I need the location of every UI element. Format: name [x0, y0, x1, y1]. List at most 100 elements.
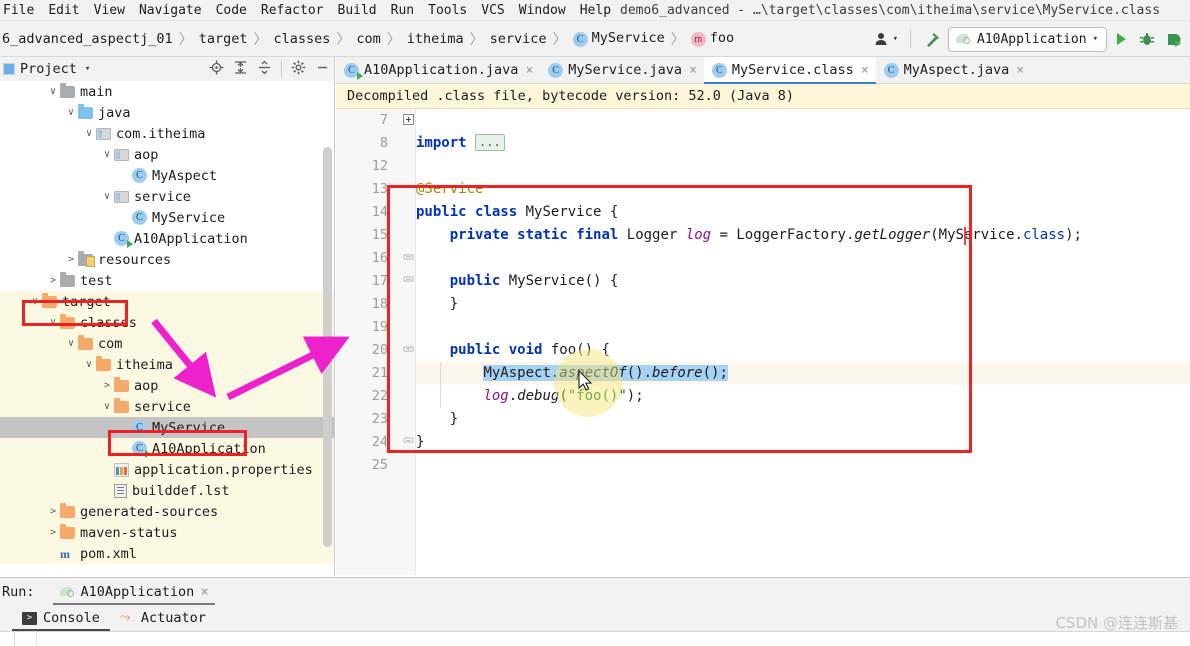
tree-node-a10application[interactable]: C A10Application [0, 438, 334, 459]
editor-tab-a10application-java[interactable]: C A10Application.java × [336, 57, 540, 83]
run-subtab-actuator[interactable]: Actuator [110, 605, 216, 631]
menu-item-edit[interactable]: Edit [41, 3, 86, 18]
console-output[interactable] [0, 631, 1190, 646]
tree-node-myservice[interactable]: C MyService [0, 207, 334, 228]
chevron-right-icon[interactable]: > [46, 527, 60, 538]
locate-target-icon[interactable] [209, 60, 224, 79]
tree-node-service[interactable]: ∨ service [0, 396, 334, 417]
tree-node-myaspect[interactable]: C MyAspect [0, 165, 334, 186]
tree-node-itheima[interactable]: ∨ itheima [0, 354, 334, 375]
chevron-right-icon[interactable]: > [100, 380, 114, 391]
tree-node-resources[interactable]: > resources [0, 249, 334, 270]
close-icon[interactable]: × [1016, 63, 1024, 78]
tree-node-aop[interactable]: > aop [0, 375, 334, 396]
chevron-down-icon[interactable]: ∨ [100, 191, 114, 202]
close-icon[interactable]: × [861, 63, 869, 78]
chevron-right-icon[interactable]: > [64, 254, 78, 265]
run-subtab-console[interactable]: > Console [12, 605, 110, 631]
run-config-tab[interactable]: A10Application × [52, 578, 215, 605]
profile-icon[interactable]: ▾ [870, 26, 902, 52]
tree-node-service[interactable]: ∨ service [0, 186, 334, 207]
project-tree[interactable]: ∨ main ∨ java ∨ com.itheima ∨ aop C MyAspect ∨ ser… [0, 81, 334, 576]
tree-node-generated-sources[interactable]: > generated-sources [0, 501, 334, 522]
menu-item-refactor[interactable]: Refactor [254, 3, 331, 18]
import-fold-placeholder[interactable]: ... [475, 134, 505, 151]
chevron-down-icon[interactable]: ∨ [64, 338, 78, 349]
fold-expand-icon[interactable] [402, 109, 415, 132]
tree-node-target[interactable]: ∨ target [0, 291, 334, 312]
breadcrumb-separator: 〉 [670, 31, 685, 48]
class-run-icon: C [344, 62, 363, 80]
menu-item-file[interactable]: File [0, 3, 41, 18]
fold-end-icon[interactable] [402, 431, 415, 454]
tree-node-com-itheima[interactable]: ∨ com.itheima [0, 123, 334, 144]
breadcrumb-item-myservice[interactable]: C MyService [572, 30, 665, 47]
chevron-down-icon[interactable]: ∨ [64, 107, 78, 118]
menu-item-tools[interactable]: Tools [421, 3, 474, 18]
chevron-down-icon[interactable]: ∨ [46, 86, 60, 97]
chevron-down-icon[interactable]: ∨ [82, 359, 96, 370]
breadcrumb-item-itheima[interactable]: itheima [407, 31, 464, 47]
tree-node-maven-status[interactable]: > maven-status [0, 522, 334, 543]
tree-node-com[interactable]: ∨ com [0, 333, 334, 354]
run-configuration-selector[interactable]: A10Application ▾ [948, 26, 1107, 52]
tree-node-builddef-lst[interactable]: builddef.lst [0, 480, 334, 501]
menu-item-vcs[interactable]: VCS [474, 3, 511, 18]
debug-bug-icon[interactable] [1135, 26, 1159, 52]
settings-gear-icon[interactable] [291, 60, 306, 79]
fold-collapse-icon[interactable] [402, 247, 415, 270]
run-play-icon[interactable] [1109, 26, 1133, 52]
chevron-down-icon[interactable]: ∨ [46, 317, 60, 328]
breadcrumb-item-6-advanced-aspectj-01[interactable]: 6_advanced_aspectj_01 [2, 31, 173, 47]
menu-item-navigate[interactable]: Navigate [132, 3, 209, 18]
hammer-icon[interactable] [919, 26, 946, 52]
fold-end-icon[interactable] [402, 270, 415, 293]
code-view[interactable]: 7 8 12 13 14 15 16 17 18 19 20 21 22 23 24 25 import ..… [336, 109, 1190, 575]
menu-item-window[interactable]: Window [512, 3, 573, 18]
breadcrumb-item-target[interactable]: target [199, 31, 248, 47]
editor-tab-myservice-java[interactable]: C MyService.java × [540, 57, 704, 83]
fold-collapse-icon[interactable] [402, 339, 415, 362]
idea-window: File Edit View Navigate Code Refactor Build Run… [0, 0, 1190, 646]
close-icon[interactable]: × [200, 584, 208, 600]
tree-node-pom-xml[interactable]: m pom.xml [0, 543, 334, 564]
tree-node-classes[interactable]: ∨ classes [0, 312, 334, 333]
editor-tab-myaspect-java[interactable]: C MyAspect.java × [876, 57, 1032, 83]
menu-item-run[interactable]: Run [384, 3, 421, 18]
folder-excluded-icon [42, 292, 57, 308]
chevron-right-icon[interactable]: > [46, 506, 60, 517]
tree-node-myservice[interactable]: C MyService [0, 417, 334, 438]
editor-tab-myservice-class[interactable]: C MyService.class × [703, 57, 876, 84]
chevron-right-icon[interactable]: > [46, 275, 60, 286]
close-icon[interactable]: × [525, 63, 533, 78]
tree-node-a10application[interactable]: C A10Application [0, 228, 334, 249]
expand-all-icon[interactable] [233, 60, 248, 79]
hide-minimize-icon[interactable] [315, 60, 330, 79]
collapse-all-icon[interactable] [257, 60, 272, 79]
breadcrumb-item-service[interactable]: service [490, 31, 547, 47]
tree-node-application-properties[interactable]: application.properties [0, 459, 334, 480]
menu-item-build[interactable]: Build [331, 3, 384, 18]
chevron-down-icon[interactable]: ∨ [28, 296, 42, 307]
tree-node-label: service [134, 398, 191, 415]
breadcrumb-item-classes[interactable]: classes [273, 31, 330, 47]
close-icon[interactable]: × [689, 63, 697, 78]
run-with-coverage-icon[interactable] [1161, 26, 1186, 52]
tree-node-label: maven-status [80, 524, 178, 541]
breadcrumb-item-com[interactable]: com [356, 31, 380, 47]
chevron-down-icon[interactable]: ▾ [85, 64, 90, 74]
menu-item-view[interactable]: View [87, 3, 132, 18]
tree-node-java[interactable]: ∨ java [0, 102, 334, 123]
menu-item-help[interactable]: Help [573, 3, 618, 18]
chevron-down-icon[interactable]: ∨ [100, 401, 114, 412]
breadcrumb-item-foo[interactable]: m foo [690, 30, 734, 47]
sidebar-scrollbar[interactable] [323, 147, 332, 547]
line-number-25: 25 [371, 457, 388, 473]
chevron-down-icon[interactable]: ∨ [100, 149, 114, 160]
breadcrumb-separator: 〉 [386, 31, 401, 48]
tree-node-main[interactable]: ∨ main [0, 81, 334, 102]
chevron-down-icon[interactable]: ∨ [82, 128, 96, 139]
tree-node-test[interactable]: > test [0, 270, 334, 291]
menu-item-code[interactable]: Code [209, 3, 254, 18]
tree-node-aop[interactable]: ∨ aop [0, 144, 334, 165]
